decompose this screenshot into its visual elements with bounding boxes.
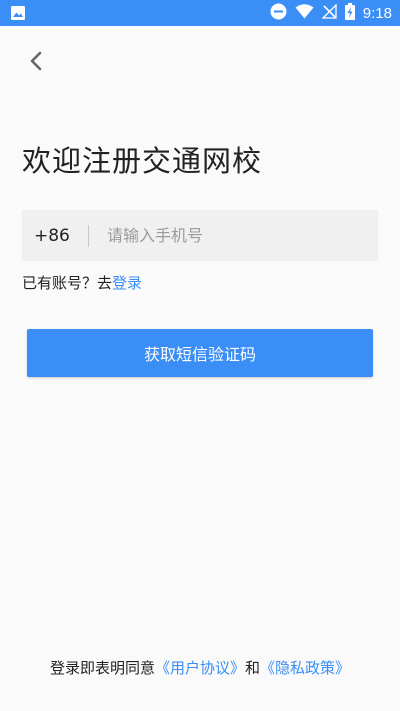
status-time: 9:18: [362, 4, 392, 22]
wifi-icon: [295, 3, 314, 23]
dnd-icon: [270, 3, 287, 24]
back-button[interactable]: [18, 45, 54, 81]
no-signal-icon: [321, 2, 337, 23]
agreement-text: 登录即表明同意《用户协议》和《隐私政策》: [0, 657, 400, 678]
status-bar: 9:18: [0, 0, 400, 26]
phone-input[interactable]: [89, 209, 378, 262]
login-link[interactable]: 登录: [112, 274, 142, 292]
chevron-left-icon: [29, 50, 43, 76]
get-sms-code-button[interactable]: 获取短信验证码: [27, 329, 373, 377]
login-hint: 已有账号？去登录: [22, 272, 142, 293]
user-agreement-link[interactable]: 《用户协议》: [155, 659, 245, 677]
privacy-policy-link[interactable]: 《隐私政策》: [260, 659, 350, 677]
country-code[interactable]: +86: [22, 226, 88, 246]
image-icon: [10, 5, 26, 25]
agreement-prefix: 登录即表明同意: [49, 659, 155, 677]
battery-charging-icon: [344, 2, 355, 24]
phone-field: +86: [22, 209, 378, 262]
login-hint-text: 已有账号？去: [22, 274, 113, 292]
page-title: 欢迎注册交通网校: [22, 144, 263, 178]
agreement-and: 和: [245, 659, 261, 677]
